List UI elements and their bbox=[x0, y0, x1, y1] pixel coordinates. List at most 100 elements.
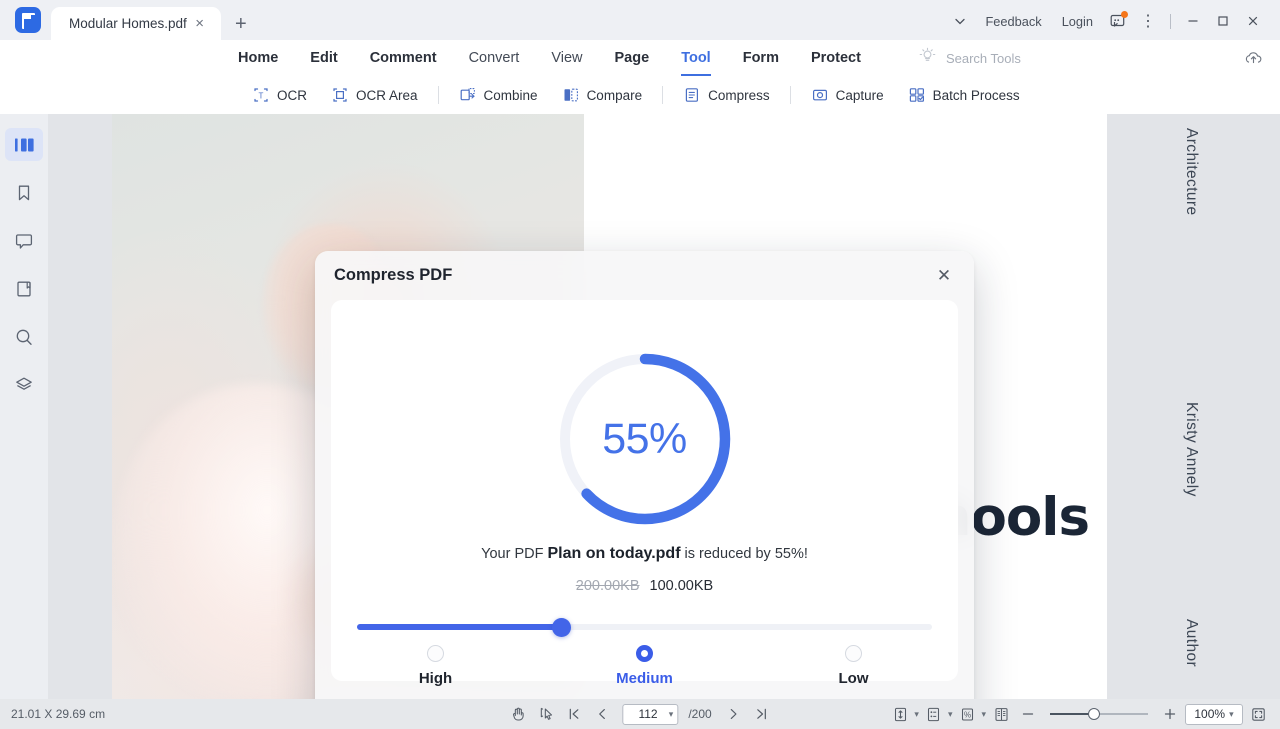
sidebar-item-attachment[interactable] bbox=[5, 272, 43, 305]
size-comparison: 200.00KB 100.00KB bbox=[331, 578, 958, 594]
compare-button[interactable]: Compare bbox=[550, 82, 655, 108]
batch-process-icon bbox=[908, 86, 926, 104]
menu-item-page[interactable]: Page bbox=[599, 44, 666, 72]
compression-percent: 55% bbox=[556, 350, 734, 528]
svg-text:%: % bbox=[964, 710, 971, 719]
chevron-down-icon[interactable]: ▾ bbox=[981, 709, 986, 720]
combine-button[interactable]: Combine bbox=[447, 82, 550, 108]
close-tab-icon[interactable]: × bbox=[190, 14, 209, 33]
zoom-out-button[interactable] bbox=[1016, 703, 1040, 725]
previous-page-button[interactable] bbox=[590, 703, 614, 725]
hand-tool-icon[interactable] bbox=[506, 703, 530, 725]
new-tab-icon[interactable]: + bbox=[235, 14, 247, 34]
message-icon[interactable] bbox=[1103, 10, 1133, 32]
ocr-area-button[interactable]: OCR Area bbox=[319, 82, 430, 108]
radio-medium-icon[interactable] bbox=[636, 645, 653, 662]
zoom-slider-thumb[interactable] bbox=[1088, 708, 1100, 720]
view-controls: ▾ ▾ % ▾ bbox=[888, 703, 1280, 725]
search-tools[interactable]: Search Tools bbox=[919, 47, 1021, 69]
search-tools-label: Search Tools bbox=[946, 51, 1021, 66]
svg-text:T: T bbox=[259, 91, 264, 100]
compression-level-slider[interactable] bbox=[357, 618, 932, 636]
login-button[interactable]: Login bbox=[1052, 11, 1103, 32]
zoom-percent-icon[interactable]: % bbox=[955, 703, 979, 725]
notification-badge bbox=[1121, 11, 1128, 18]
result-filename: Plan on today.pdf bbox=[547, 545, 680, 562]
menu-item-edit[interactable]: Edit bbox=[294, 44, 353, 72]
menubar-right bbox=[1238, 47, 1280, 69]
chevron-down-icon[interactable] bbox=[945, 10, 975, 32]
result-message: Your PDF Plan on today.pdf is reduced by… bbox=[331, 545, 958, 563]
page-total-label: /200 bbox=[688, 707, 711, 721]
fit-height-icon[interactable] bbox=[888, 703, 912, 725]
last-page-button[interactable] bbox=[750, 703, 774, 725]
maximize-button[interactable] bbox=[1208, 10, 1238, 32]
sidebar-item-thumbnails[interactable] bbox=[5, 128, 43, 161]
chevron-down-icon[interactable]: ▾ bbox=[914, 709, 919, 720]
zoom-slider[interactable] bbox=[1050, 707, 1148, 721]
title-bar: Modular Homes.pdf × + Feedback Login ⋮ bbox=[0, 0, 1280, 40]
page-layout-control[interactable]: ▾ bbox=[922, 703, 953, 725]
document-category-label: Architecture bbox=[1182, 128, 1200, 216]
more-options-icon[interactable]: ⋮ bbox=[1133, 10, 1163, 32]
ocr-area-icon bbox=[331, 86, 349, 104]
workspace: hools Architecture Kristy Annely Author … bbox=[0, 114, 1280, 699]
radio-high-icon[interactable] bbox=[427, 645, 444, 662]
menu-item-convert[interactable]: Convert bbox=[453, 44, 536, 72]
first-page-button[interactable] bbox=[562, 703, 586, 725]
menu-item-protect[interactable]: Protect bbox=[795, 44, 877, 72]
menu-item-form[interactable]: Form bbox=[727, 44, 795, 72]
capture-label: Capture bbox=[836, 88, 884, 103]
chevron-down-icon[interactable]: ▾ bbox=[1229, 709, 1234, 720]
chevron-down-icon[interactable]: ▾ bbox=[948, 709, 953, 720]
menu-item-tool[interactable]: Tool bbox=[665, 44, 727, 72]
lightbulb-icon bbox=[919, 47, 936, 69]
original-size: 200.00KB bbox=[576, 578, 640, 594]
cloud-upload-icon[interactable] bbox=[1238, 47, 1268, 69]
document-tab[interactable]: Modular Homes.pdf × bbox=[51, 7, 221, 40]
document-right-margin: Architecture Kristy Annely Author bbox=[1107, 114, 1280, 699]
close-icon[interactable]: ✕ bbox=[930, 262, 958, 290]
fullscreen-button[interactable] bbox=[1246, 703, 1270, 725]
combine-label: Combine bbox=[484, 88, 538, 103]
zoom-level-input[interactable]: 100% ▾ bbox=[1185, 704, 1243, 725]
menu-item-home[interactable]: Home bbox=[222, 44, 294, 72]
chevron-down-icon[interactable]: ▾ bbox=[669, 709, 674, 720]
page-number-value: 112 bbox=[627, 707, 668, 721]
page-layout-icon[interactable] bbox=[922, 703, 946, 725]
menu-items: Home Edit Comment Convert View Page Tool… bbox=[222, 44, 877, 72]
sidebar-item-layers[interactable] bbox=[5, 368, 43, 401]
ocr-icon: T bbox=[252, 86, 270, 104]
reading-view-icon[interactable] bbox=[989, 703, 1013, 725]
zoom-in-button[interactable] bbox=[1158, 703, 1182, 725]
minimize-button[interactable] bbox=[1178, 10, 1208, 32]
sidebar-item-bookmark[interactable] bbox=[5, 176, 43, 209]
compare-icon bbox=[562, 86, 580, 104]
capture-icon bbox=[811, 86, 829, 104]
zoom-slider-fill bbox=[1050, 713, 1092, 715]
slider-thumb[interactable] bbox=[552, 618, 571, 637]
page-fit-control[interactable]: ▾ bbox=[888, 703, 919, 725]
menu-item-comment[interactable]: Comment bbox=[354, 44, 453, 72]
divider bbox=[790, 86, 791, 104]
sidebar-item-search[interactable] bbox=[5, 320, 43, 353]
menu-item-view[interactable]: View bbox=[535, 44, 598, 72]
sidebar-item-comment[interactable] bbox=[5, 224, 43, 257]
app-window: Modular Homes.pdf × + Feedback Login ⋮ bbox=[0, 0, 1280, 729]
select-tool-icon[interactable] bbox=[534, 703, 558, 725]
result-prefix: Your PDF bbox=[481, 546, 547, 562]
zoom-preset-control[interactable]: % ▾ bbox=[955, 703, 986, 725]
document-author-name: Kristy Annely bbox=[1182, 402, 1200, 497]
ocr-button[interactable]: T OCR bbox=[240, 82, 319, 108]
batch-process-button[interactable]: Batch Process bbox=[896, 82, 1032, 108]
page-dimensions: 21.01 X 29.69 cm bbox=[11, 707, 105, 721]
feedback-button[interactable]: Feedback bbox=[975, 11, 1051, 32]
compress-button[interactable]: Compress bbox=[671, 82, 782, 108]
radio-low-icon[interactable] bbox=[845, 645, 862, 662]
tool-ribbon: T OCR OCR Area bbox=[0, 76, 1280, 114]
next-page-button[interactable] bbox=[722, 703, 746, 725]
page-number-input[interactable]: 112 ▾ bbox=[622, 704, 678, 725]
close-window-button[interactable] bbox=[1238, 10, 1268, 32]
capture-button[interactable]: Capture bbox=[799, 82, 896, 108]
new-size: 100.00KB bbox=[650, 578, 714, 594]
